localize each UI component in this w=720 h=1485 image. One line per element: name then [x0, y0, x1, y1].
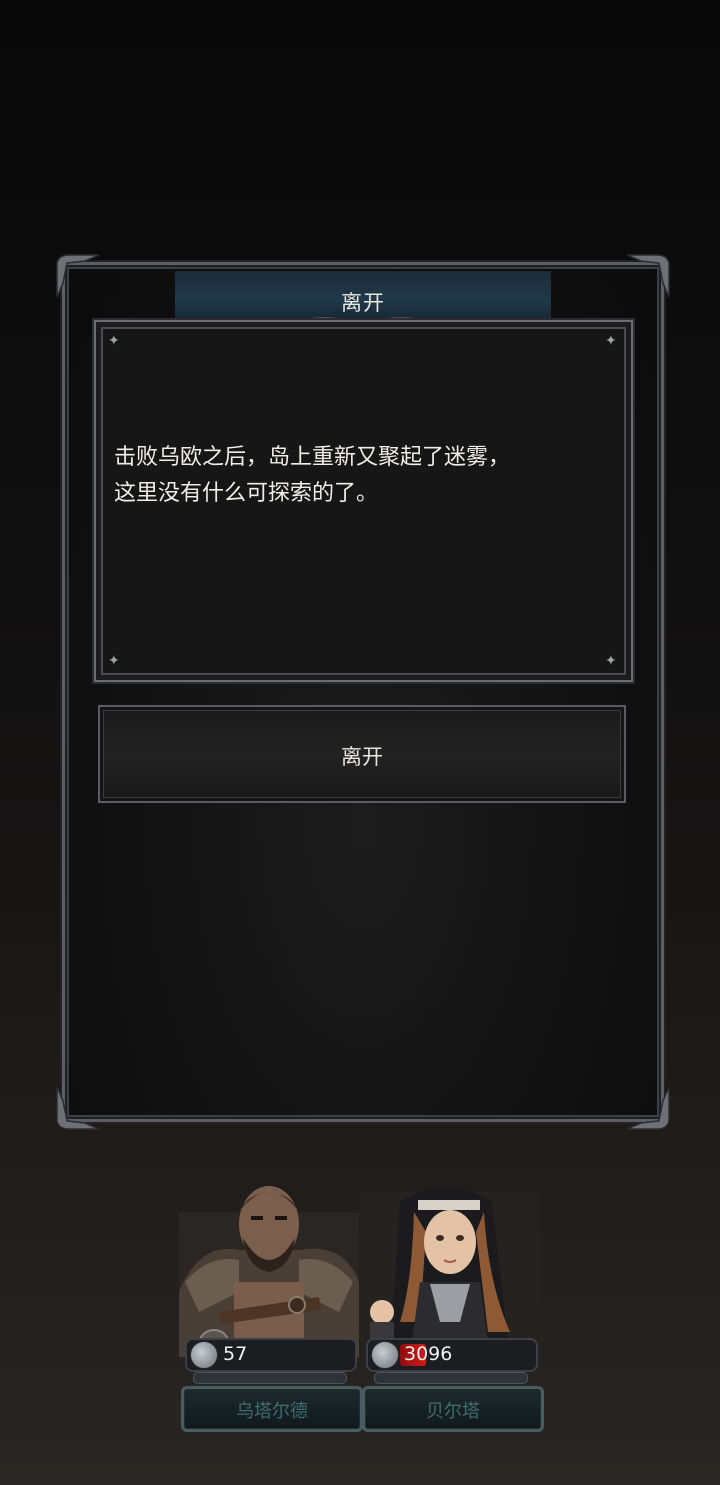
- party-member-card[interactable]: 3096 贝尔塔: [360, 1172, 544, 1432]
- shield-emblem-icon: [371, 1341, 399, 1369]
- frame-corner-ornament: [55, 253, 101, 299]
- event-message: 击败乌欧之后，岛上重新又聚起了迷雾， 这里没有什么可探索的了。: [114, 440, 611, 512]
- shield-emblem-icon: [190, 1341, 218, 1369]
- event-dialog: 离开 ✦ ✦ ✦ ✦ 击败乌欧之后，岛上重新又聚起了迷雾， 这里没有什么可探索的…: [56, 254, 670, 1130]
- sparkle-icon: ✦: [108, 653, 120, 669]
- hp-value: 3096: [404, 1343, 453, 1365]
- leave-button-label: 离开: [341, 745, 383, 769]
- name-plate: 贝尔塔: [362, 1386, 544, 1432]
- hp-value: 57: [223, 1343, 248, 1365]
- nun-fighter-portrait: [360, 1172, 540, 1357]
- secondary-bar: [193, 1372, 347, 1384]
- frame-corner-ornament: [625, 253, 671, 299]
- secondary-bar: [374, 1372, 528, 1384]
- bearded-warrior-portrait: [179, 1172, 359, 1357]
- message-line: 击败乌欧之后，岛上重新又聚起了迷雾，: [114, 445, 511, 470]
- name-plate: 乌塔尔德: [181, 1386, 363, 1432]
- sparkle-icon: ✦: [605, 333, 617, 349]
- message-line: 这里没有什么可探索的了。: [114, 481, 379, 506]
- character-name: 乌塔尔德: [236, 1401, 308, 1422]
- hp-bar: 3096: [366, 1338, 538, 1372]
- party-member-card[interactable]: 57 乌塔尔德: [179, 1172, 363, 1432]
- frame-corner-ornament: [55, 1085, 101, 1131]
- character-name: 贝尔塔: [426, 1401, 480, 1422]
- message-panel: ✦ ✦ ✦ ✦ 击败乌欧之后，岛上重新又聚起了迷雾， 这里没有什么可探索的了。: [94, 320, 633, 682]
- leave-button[interactable]: 离开: [98, 705, 626, 803]
- frame-corner-ornament: [625, 1085, 671, 1131]
- hp-bar: 57: [185, 1338, 357, 1372]
- sparkle-icon: ✦: [605, 653, 617, 669]
- sparkle-icon: ✦: [108, 333, 120, 349]
